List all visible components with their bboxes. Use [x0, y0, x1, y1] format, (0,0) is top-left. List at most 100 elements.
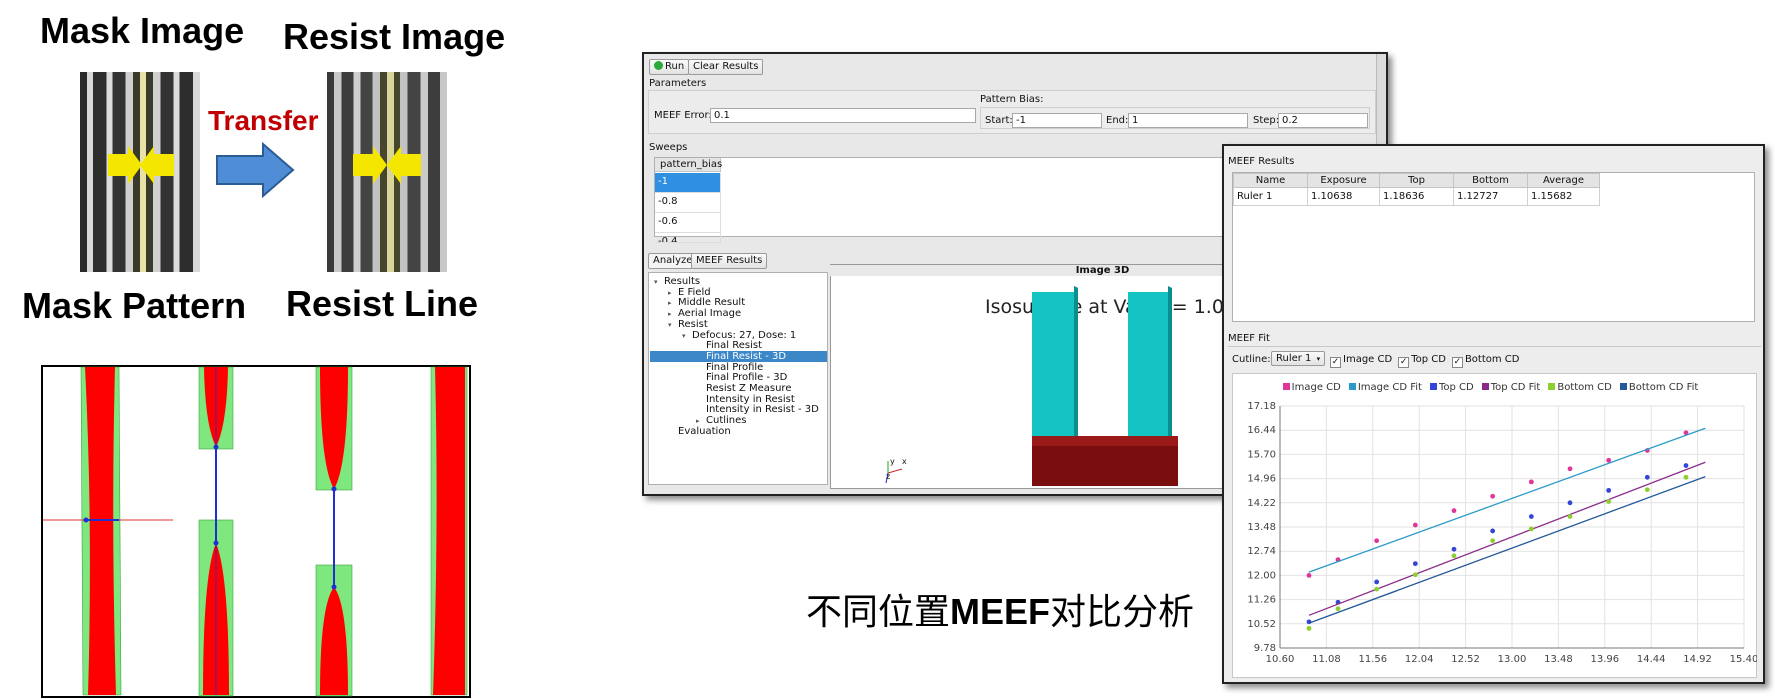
series-checkbox[interactable]: ✓ Bottom CD [1451, 354, 1520, 368]
meef-results-table: Name Exposure Top Bottom Average Ruler 1 1.10… [1233, 173, 1600, 206]
sweep-column-header: pattern_bias [655, 158, 722, 172]
sweep-row[interactable]: -1 [655, 173, 721, 193]
resist-image-title: Resist Image [283, 16, 506, 57]
table-row[interactable]: Ruler 1 1.10638 1.18636 1.12727 1.15682 [1233, 187, 1600, 206]
tree-item[interactable]: ▾ Defocus: 27, Dose: 1 [650, 330, 827, 341]
y-tick-label: 10.52 [1247, 619, 1276, 630]
meef-error-field[interactable]: 0.1 [710, 108, 976, 123]
check-icon: ✓ [1451, 357, 1463, 368]
start-label: Start: [985, 115, 1013, 126]
resist-3d-render [1032, 286, 1178, 486]
resist-arrows [353, 146, 421, 184]
sweep-row[interactable]: -0.4 [655, 233, 721, 243]
tree-item[interactable]: Resist Z Measure [650, 383, 827, 394]
tree-item-label: Intensity in Resist [706, 393, 795, 405]
data-point [1451, 546, 1457, 552]
tree-item[interactable]: ▸ Cutlines [650, 415, 827, 426]
tree-item[interactable]: Final Resist - 3D [650, 350, 827, 362]
end-label: End: [1106, 115, 1129, 126]
tree-item[interactable]: ▾ Results [650, 276, 827, 287]
data-point [1335, 606, 1341, 612]
cutline-select[interactable]: Ruler 1 ▾ [1271, 351, 1326, 366]
step-field[interactable]: 0.2 [1278, 113, 1368, 128]
start-field[interactable]: -1 [1012, 113, 1102, 128]
fit-line [1308, 461, 1706, 616]
x-tick-label: 12.04 [1405, 654, 1434, 665]
data-point [1567, 466, 1573, 472]
column-header[interactable]: Bottom [1453, 173, 1528, 188]
data-point [1490, 493, 1496, 499]
column-header[interactable]: Average [1527, 173, 1600, 188]
tree-item[interactable]: ▾ Resist [650, 319, 827, 330]
parameters-label: Parameters [649, 78, 707, 89]
tree-item[interactable]: ▸ Aerial Image [650, 308, 827, 319]
sweeps-label: Sweeps [649, 142, 688, 153]
meef-results-title: MEEF Results [1228, 156, 1295, 167]
tree-item-label: Resist [678, 318, 708, 330]
tree-item[interactable]: Intensity in Resist [650, 394, 827, 405]
data-point [1683, 474, 1689, 480]
end-field[interactable]: 1 [1128, 113, 1248, 128]
table-cell: 1.12727 [1453, 187, 1528, 206]
pattern-bias-label: Pattern Bias: [980, 94, 1044, 105]
tree-item-label: Resist Z Measure [706, 383, 792, 394]
meef-fit-title: MEEF Fit [1228, 333, 1270, 344]
tree-item[interactable]: ▸ Middle Result [650, 297, 827, 308]
data-point [1490, 538, 1496, 544]
y-tick-label: 14.96 [1247, 474, 1276, 485]
x-tick-label: 13.48 [1544, 654, 1573, 665]
sweep-row[interactable]: -0.6 [655, 213, 721, 233]
tree-item[interactable]: Final Resist [650, 340, 827, 351]
run-label: Run [665, 61, 685, 72]
tree-item[interactable]: Final Profile [650, 362, 827, 373]
tree-item[interactable]: Intensity in Resist - 3D [650, 404, 827, 415]
series-checkbox[interactable]: ✓ Top CD [1398, 354, 1446, 368]
mask-pattern-label: Mask Pattern [22, 285, 247, 326]
cutline-label: Cutline: [1232, 354, 1271, 365]
tree-item-label: Middle Result [678, 297, 746, 309]
caption-suffix: 对比分析 [1050, 592, 1195, 633]
table-cell: 1.15682 [1527, 187, 1600, 206]
tree-item-label: Cutlines [706, 415, 747, 427]
legend-label: Top CD [1438, 382, 1474, 393]
data-point [1374, 579, 1380, 585]
window-scrollbar[interactable] [1376, 54, 1386, 144]
run-button[interactable]: Run [649, 59, 690, 75]
step-label: Step: [1253, 115, 1280, 126]
chart-legend: Image CD Image CD Fit Top CD Top CD Fit Bott… [1232, 382, 1757, 393]
data-point [1528, 526, 1534, 532]
checkbox-label: Image CD [1343, 354, 1393, 365]
meef-results-header: Name Exposure Top Bottom Average [1233, 173, 1600, 188]
sweep-row[interactable]: -0.8 [655, 193, 721, 213]
series-checkbox[interactable]: ✓ Image CD [1330, 354, 1393, 368]
column-header[interactable]: Exposure [1307, 173, 1380, 188]
legend-label: Bottom CD [1557, 382, 1612, 393]
tree-item[interactable]: Final Profile - 3D [650, 372, 827, 383]
data-point [1451, 553, 1457, 559]
tree-item[interactable]: ▸ E Field [650, 287, 827, 298]
data-point [1306, 573, 1312, 578]
data-point [1644, 474, 1650, 480]
mask-image-title: Mask Image [40, 10, 245, 51]
y-tick-label: 9.78 [1254, 643, 1276, 654]
tree-item-label: Aerial Image [678, 308, 742, 320]
tab-meef-results[interactable]: MEEF Results [691, 253, 768, 269]
data-point [1606, 457, 1612, 463]
data-point [1374, 538, 1380, 544]
column-header[interactable]: Name [1233, 173, 1308, 188]
data-point [1606, 487, 1612, 493]
chevron-down-icon: ▾ [1316, 355, 1321, 363]
table-cell: 1.10638 [1307, 187, 1380, 206]
legend-swatch [1282, 383, 1290, 390]
check-icon: ✓ [1330, 357, 1341, 368]
tree-item[interactable]: Evaluation [650, 426, 827, 437]
clear-results-button[interactable]: Clear Results [688, 59, 764, 75]
checkbox-label: Bottom CD [1464, 354, 1520, 365]
mask-arrows [108, 146, 174, 184]
tree-item-label: Final Profile - 3D [706, 372, 788, 384]
tab-analyze[interactable]: Analyze [648, 253, 698, 269]
tree-item-label: Defocus: 27, Dose: 1 [692, 329, 797, 341]
x-tick-label: 15.40 [1730, 654, 1757, 665]
data-point [1374, 586, 1380, 592]
column-header[interactable]: Top [1379, 173, 1454, 188]
